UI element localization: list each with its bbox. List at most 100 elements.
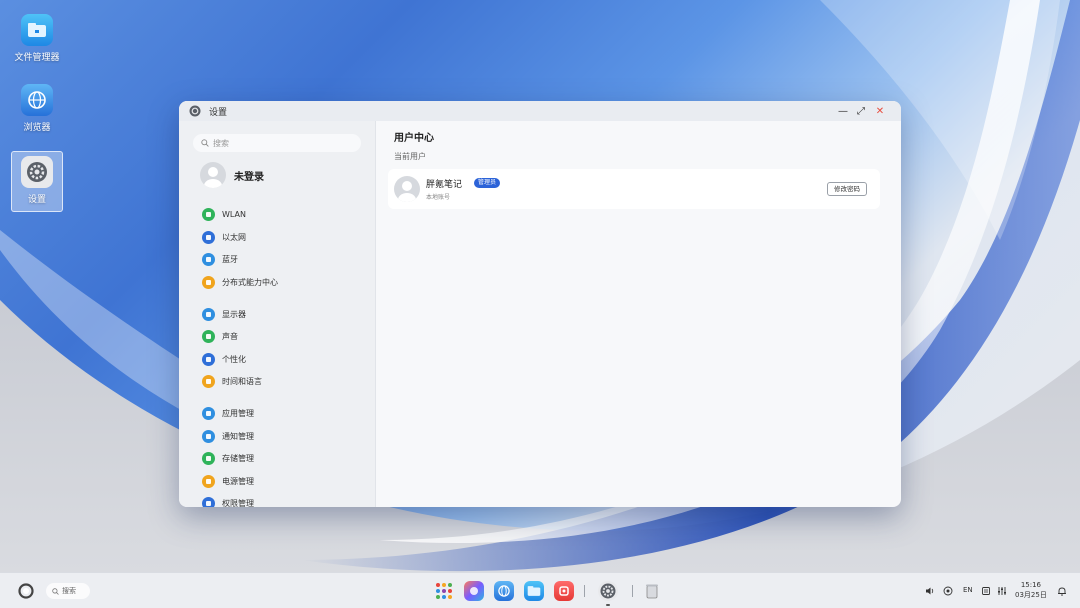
window-title: 设置 [209,107,228,118]
settings-sidebar: 搜索 未登录 WLAN 以太网 蓝牙 分布式能力中心 显示器 声音 个性化 时间… [179,121,376,507]
clipboard-icon[interactable] [981,586,991,596]
distributed-icon [202,275,215,289]
dock-separator [632,585,633,597]
user-center-panel: 用户中心 当前用户 胖氪笔记 管理员 本地账号 修改密码 [377,121,901,507]
control-center-icon[interactable] [997,586,1007,596]
settings-window: 设置 — ⤢ ✕ 搜索 未登录 WLAN 以太网 蓝牙 分布式能力中心 显示器 … [179,101,901,507]
change-password-button[interactable]: 修改密码 [827,182,867,196]
folder-icon [527,586,541,596]
browser-icon [498,585,510,597]
dock-app-red[interactable] [554,581,574,601]
account-type: 本地账号 [426,194,451,201]
sidebar-item-label: 声音 [222,331,238,341]
section-label: 当前用户 [394,152,426,161]
settings-app-icon [189,105,201,117]
sidebar-search-input[interactable]: 搜索 [193,134,361,152]
volume-icon[interactable] [925,586,935,596]
account-name: 未登录 [234,171,264,183]
maximize-button[interactable]: ⤢ [853,104,869,118]
storage-icon [202,451,215,465]
taskbar-search[interactable]: 搜索 [46,583,90,599]
sidebar-item-label: 个性化 [222,354,246,364]
wifi-icon [202,207,215,221]
sidebar-item-sound[interactable]: 声音 [202,329,238,343]
user-name: 胖氪笔记 [426,180,463,190]
sidebar-item-notifications[interactable]: 通知管理 [202,429,254,443]
dock-app-settings[interactable] [598,581,618,601]
taskbar-clock[interactable]: 15:16 03月25日 [1015,580,1047,600]
admin-badge: 管理员 [474,178,501,188]
sidebar-item-wlan[interactable]: WLAN [202,207,246,221]
sidebar-item-ethernet[interactable]: 以太网 [202,230,246,244]
app-swirl-icon [470,587,478,595]
notification-bell-icon[interactable] [1057,586,1067,596]
desktop-icon-label: 设置 [27,195,46,205]
sidebar-item-bluetooth[interactable]: 蓝牙 [202,252,238,266]
desktop-icon-label: 浏览器 [23,123,51,133]
sound-icon [202,329,215,343]
sidebar-item-personalize[interactable]: 个性化 [202,352,246,366]
running-indicator [606,604,610,606]
sidebar-item-label: 分布式能力中心 [222,277,278,287]
sidebar-item-label: 以太网 [222,232,246,242]
taskbar-search-label: 搜索 [62,587,76,595]
bluetooth-icon [202,252,215,266]
clock-icon [202,374,215,388]
current-user-card: 胖氪笔记 管理员 本地账号 修改密码 [388,169,880,209]
input-method-indicator[interactable]: EN [963,586,973,594]
browser-icon [21,84,53,116]
settings-gear-icon [21,156,53,188]
desktop-icon-file-manager[interactable]: 文件管理器 [11,14,63,63]
sidebar-item-label: 权限管理 [222,498,254,508]
dock-app-colorful[interactable] [464,581,484,601]
desktop-icon-settings[interactable]: 设置 [11,151,63,212]
clock-time: 15:16 [1020,581,1041,589]
dock-app-file-manager[interactable] [524,581,544,601]
sidebar-item-display[interactable]: 显示器 [202,307,246,321]
sidebar-item-label: 显示器 [222,309,246,319]
ethernet-icon [202,230,215,244]
clock-date: 03月25日 [1015,591,1047,599]
search-icon [201,139,209,147]
file-manager-icon [21,14,53,46]
sidebar-item-apps[interactable]: 应用管理 [202,406,254,420]
dock-app-browser[interactable] [494,581,514,601]
search-icon [52,587,59,595]
search-placeholder: 搜索 [213,138,229,148]
app-red-icon [559,586,569,596]
minimize-button[interactable]: — [835,104,851,118]
sidebar-item-power[interactable]: 电源管理 [202,474,254,488]
app-grid-icon [436,583,452,599]
close-button[interactable]: ✕ [872,104,888,118]
network-icon[interactable] [943,586,953,596]
sidebar-item-label: 通知管理 [222,431,254,441]
app-grid-button[interactable] [434,581,454,601]
dock-separator [584,585,585,597]
sidebar-item-storage[interactable]: 存储管理 [202,451,254,465]
sidebar-item-distributed[interactable]: 分布式能力中心 [202,275,278,289]
start-menu-icon[interactable] [18,583,34,599]
desktop-icon-browser[interactable]: 浏览器 [11,84,63,133]
desktop-icon-label: 文件管理器 [14,53,60,63]
account-entry[interactable]: 未登录 [200,162,264,188]
apps-icon [202,406,215,420]
sidebar-item-time-language[interactable]: 时间和语言 [202,374,262,388]
avatar [200,162,226,188]
settings-gear-icon [600,583,616,599]
taskbar: 搜索 EN 15:16 03月25日 [0,572,1080,608]
display-icon [202,307,215,321]
sidebar-item-permissions[interactable]: 权限管理 [202,496,254,507]
sidebar-item-label: 存储管理 [222,453,254,463]
lock-icon [202,496,215,507]
avatar [394,176,420,202]
page-title: 用户中心 [394,133,434,144]
trash-icon [646,584,658,599]
window-titlebar[interactable]: 设置 — ⤢ ✕ [179,101,901,121]
bell-icon [202,429,215,443]
dock-recycle-bin[interactable] [642,581,662,601]
personalize-icon [202,352,215,366]
sidebar-item-label: WLAN [222,209,247,219]
sidebar-item-label: 应用管理 [222,408,254,418]
sidebar-item-label: 时间和语言 [222,376,262,386]
sidebar-item-label: 电源管理 [222,476,254,486]
